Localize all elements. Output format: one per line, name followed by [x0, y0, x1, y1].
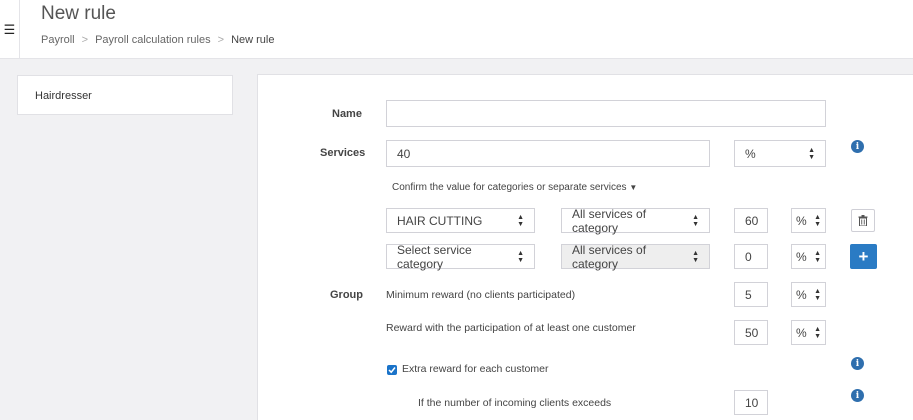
reward-participation-label: Reward with the participation of at leas… [386, 322, 636, 334]
page-title: New rule [41, 3, 116, 24]
sidebar-item-hairdresser[interactable]: Hairdresser [35, 90, 92, 102]
menu-icon[interactable]: ☰ [0, 0, 20, 59]
breadcrumb-payroll[interactable]: Payroll [41, 34, 75, 46]
service-unit-value: % [796, 213, 807, 228]
service-scope-value: All services of category [572, 242, 647, 271]
service-scope-select[interactable]: All services of category ▲ ▼ [561, 206, 710, 235]
sidebar: Hairdresser [17, 75, 233, 115]
confirm-categories-toggle[interactable]: Confirm the value for categories or sepa… [392, 182, 637, 193]
services-unit-select[interactable]: % ▲ ▼ [734, 140, 826, 167]
service-unit-select[interactable]: % ▲ ▼ [791, 208, 826, 233]
name-input[interactable] [386, 100, 826, 127]
select-arrows-icon: ▲ ▼ [814, 213, 821, 228]
breadcrumb-new-rule: New rule [231, 34, 275, 46]
select-arrows-icon: ▲ ▼ [814, 287, 821, 302]
reward-participation-unit-value: % [796, 325, 807, 340]
name-label: Name [332, 108, 362, 120]
service-scope-value: All services of category [572, 206, 647, 235]
group-label: Group [330, 289, 363, 301]
extra-reward-label: Extra reward for each customer [402, 363, 549, 375]
min-reward-label: Minimum reward (no clients participated) [386, 289, 576, 301]
breadcrumb-separator: > [81, 34, 89, 46]
services-value-input[interactable]: 40 [386, 140, 710, 167]
check-icon [388, 367, 396, 374]
breadcrumb: Payroll > Payroll calculation rules > Ne… [41, 34, 274, 46]
service-value-input[interactable]: 60 [734, 208, 768, 233]
select-arrows-icon: ▲ ▼ [517, 213, 524, 228]
services-unit-value: % [745, 146, 756, 161]
trash-icon [858, 215, 868, 226]
reward-participation-input[interactable]: 50 [734, 320, 768, 345]
reward-participation-unit-select[interactable]: % ▲ ▼ [791, 320, 826, 345]
min-reward-unit-select[interactable]: % ▲ ▼ [791, 282, 826, 307]
info-icon[interactable]: i [851, 140, 864, 153]
service-unit-value: % [796, 249, 807, 264]
service-unit-select[interactable]: % ▲ ▼ [791, 244, 826, 269]
clients-exceed-label: If the number of incoming clients exceed… [418, 397, 612, 409]
service-scope-select[interactable]: All services of category ▲ ▼ [561, 242, 710, 271]
confirm-categories-label: Confirm the value for categories or sepa… [392, 182, 627, 193]
service-category-value: Select service category [397, 242, 472, 271]
caret-down-icon: ▼ [629, 183, 638, 192]
service-category-select[interactable]: Select service category ▲ ▼ [386, 242, 535, 271]
select-arrows-icon: ▲ ▼ [692, 213, 699, 228]
delete-row-button[interactable] [851, 209, 875, 232]
top-bar: ☰ New rule Payroll > Payroll calculation… [0, 0, 913, 59]
min-reward-input[interactable]: 5 [734, 282, 768, 307]
info-icon[interactable]: i [851, 357, 864, 370]
breadcrumb-payroll-calculation-rules[interactable]: Payroll calculation rules [95, 34, 211, 46]
select-arrows-icon: ▲ ▼ [814, 325, 821, 340]
breadcrumb-separator: > [217, 34, 225, 46]
rule-form: Name Services 40 % ▲ ▼ i Confirm the valu… [257, 74, 913, 420]
min-reward-unit-value: % [796, 287, 807, 302]
clients-exceed-input[interactable]: 10 [734, 390, 768, 415]
service-value-input[interactable]: 0 [734, 244, 768, 269]
info-icon[interactable]: i [851, 389, 864, 402]
select-arrows-icon: ▲ ▼ [692, 249, 699, 264]
service-category-value: HAIR CUTTING [397, 213, 483, 228]
extra-reward-checkbox[interactable] [387, 365, 397, 375]
select-arrows-icon: ▲ ▼ [808, 146, 815, 161]
service-category-select[interactable]: HAIR CUTTING ▲ ▼ [386, 208, 535, 233]
services-label: Services [320, 147, 366, 159]
add-service-row-button[interactable]: + [850, 244, 877, 269]
select-arrows-icon: ▲ ▼ [517, 249, 524, 264]
select-arrows-icon: ▲ ▼ [814, 249, 821, 264]
